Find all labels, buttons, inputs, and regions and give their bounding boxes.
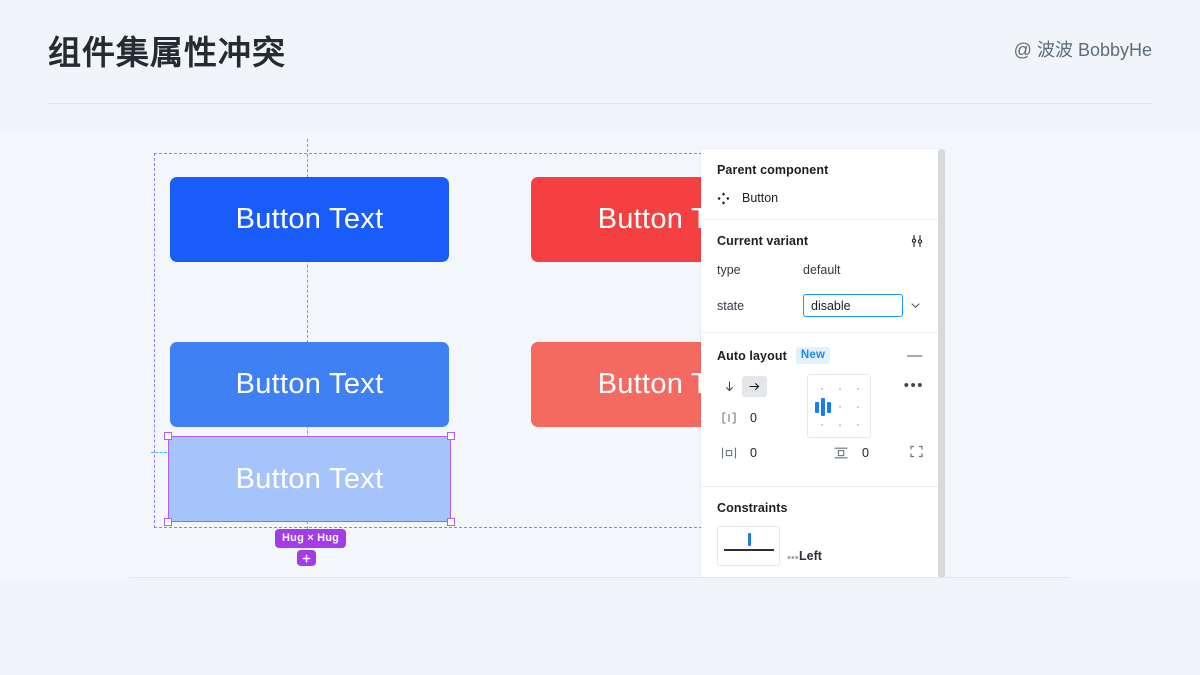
auto-layout-more-button[interactable]: •••: [904, 378, 924, 393]
plus-icon: [302, 554, 311, 562]
auto-layout-title-group: Auto layout New: [717, 347, 831, 364]
constraint-horizontal-indicator: [724, 549, 774, 551]
canvas-button-disable-primary[interactable]: Button Text: [168, 436, 451, 522]
padding-vertical-icon: [829, 446, 853, 460]
padding-vertical-value: 0: [862, 446, 869, 460]
parent-component-row[interactable]: Button: [717, 191, 924, 205]
inspector-panel: Parent component Button Current variant: [701, 149, 940, 578]
constraint-vertical-indicator: [748, 533, 751, 546]
padding-vertical-field[interactable]: 0: [829, 446, 869, 460]
variant-property-state: state disable: [717, 293, 924, 318]
arrow-down-icon: [726, 381, 733, 392]
auto-layout-controls: 0 0 0 •••: [717, 374, 924, 472]
current-variant-title: Current variant: [717, 234, 809, 248]
author-credit: @ 波波 BobbyHe: [1013, 40, 1152, 60]
variant-property-state-label: state: [717, 298, 745, 313]
remove-auto-layout-button[interactable]: —: [905, 348, 924, 363]
alignment-selected-indicator: [815, 398, 831, 416]
panel-scrollbar[interactable]: [938, 149, 945, 578]
new-badge: New: [795, 347, 831, 364]
capture-bottom-edge: [129, 577, 1069, 578]
constraint-widget-icon[interactable]: [717, 526, 780, 566]
variant-state-value: disable: [811, 298, 851, 313]
parent-component-title: Parent component: [717, 163, 829, 177]
clip-content-icon[interactable]: [909, 444, 924, 464]
padding-horizontal-field[interactable]: 0: [717, 446, 757, 460]
variant-state-select[interactable]: disable: [803, 294, 920, 317]
auto-layout-direction-group: [717, 376, 767, 397]
auto-layout-section: Auto layout New — 0 0 0 •••: [701, 333, 940, 487]
arrow-right-icon: [749, 383, 760, 390]
page-title: 组件集属性冲突: [48, 34, 286, 71]
padding-horizontal-icon: [717, 446, 741, 460]
component-diamond-icon: [717, 192, 730, 204]
variant-tune-icon[interactable]: [910, 234, 924, 248]
auto-layout-header: Auto layout New —: [717, 347, 924, 364]
header-divider: [48, 103, 1152, 104]
size-badge[interactable]: Hug × Hug: [275, 529, 347, 548]
parent-component-name: Button: [742, 191, 779, 205]
canvas-button-default-primary[interactable]: Button Text: [170, 177, 449, 262]
alignment-grid-icon[interactable]: [807, 374, 871, 438]
chevron-down-icon[interactable]: [910, 300, 921, 311]
add-variant-button[interactable]: [297, 550, 316, 566]
padding-horizontal-value: 0: [750, 446, 757, 460]
constraint-value[interactable]: Left: [799, 549, 822, 563]
spacing-icon: [717, 411, 741, 425]
parent-component-section: Parent component Button: [701, 149, 940, 220]
slide-header: 组件集属性冲突 @ 波波 BobbyHe: [0, 0, 1200, 104]
current-variant-header: Current variant: [717, 234, 924, 248]
current-variant-section: Current variant type default state disab…: [701, 220, 940, 333]
constraints-section: Constraints ••• Left: [701, 487, 940, 566]
direction-vertical-button[interactable]: [717, 376, 742, 397]
canvas-button-hover-primary[interactable]: Button Text: [170, 342, 449, 427]
figma-screenshot: Button Text Button Text Button Text Butt…: [0, 131, 1200, 578]
variant-property-type-value[interactable]: default: [803, 263, 841, 277]
alignment-guide-tick: [151, 452, 167, 453]
item-spacing-field[interactable]: 0: [717, 411, 757, 425]
constraint-value-prefix: •••: [787, 552, 799, 564]
constraints-title: Constraints: [717, 501, 788, 515]
direction-horizontal-button[interactable]: [742, 376, 767, 397]
variant-property-type-label: type: [717, 263, 741, 277]
item-spacing-value: 0: [750, 411, 757, 425]
auto-layout-title: Auto layout: [717, 348, 787, 363]
variant-property-type: type default: [717, 261, 924, 279]
